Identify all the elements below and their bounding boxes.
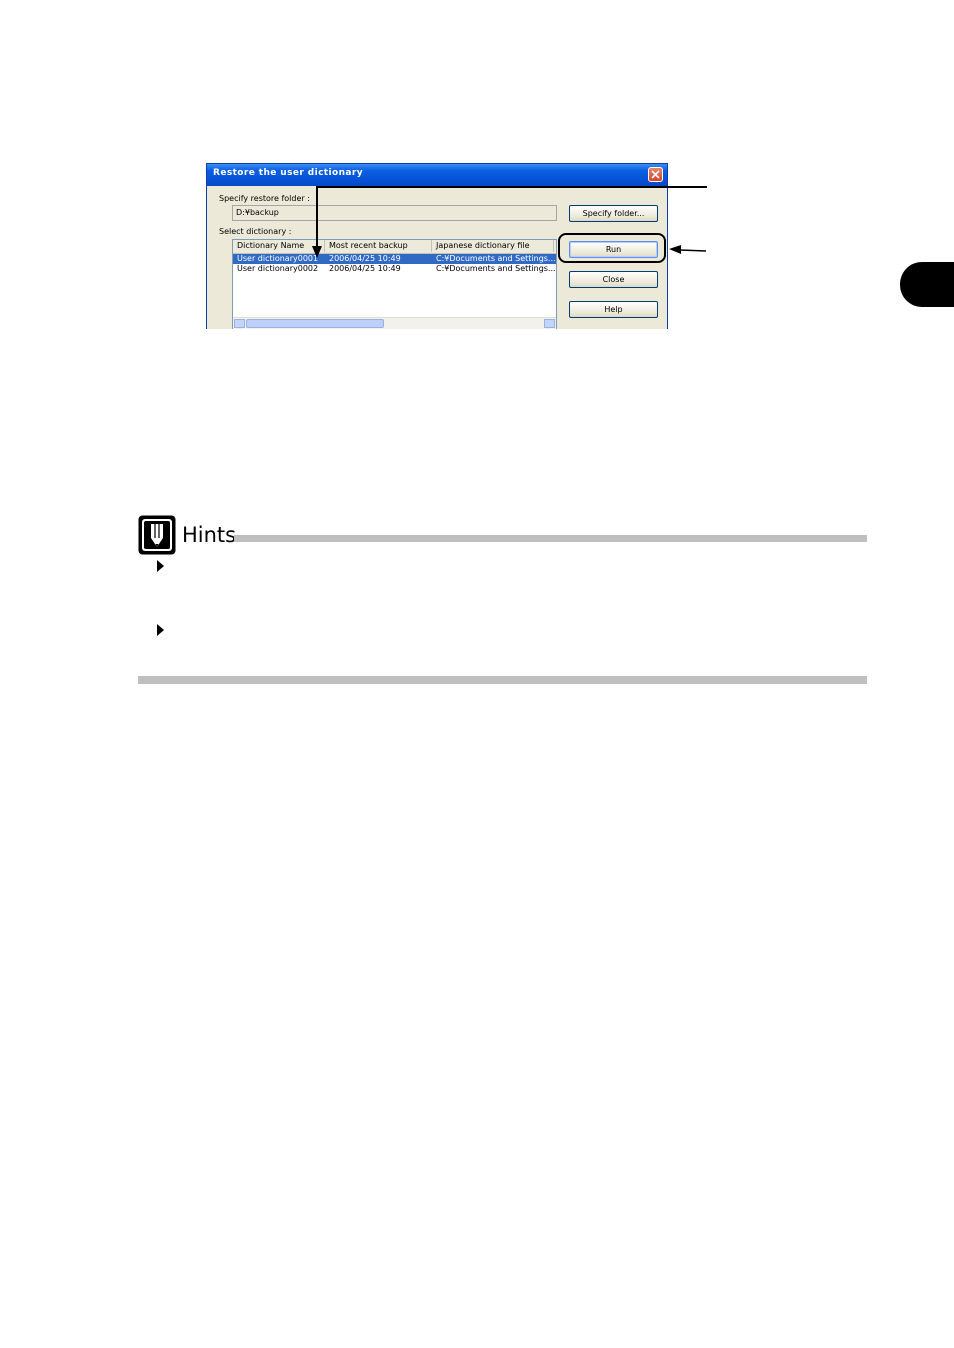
dictionary-callout-arrow [312,186,707,258]
run-callout-arrow [669,245,707,254]
hints-heading: Hints [182,523,237,547]
callout-arrows [312,186,707,258]
bullet-arrow-icon [157,624,164,636]
chapter-tab [900,262,954,307]
pencil-note-icon [138,515,176,555]
hints-divider-top [234,535,867,542]
hints-divider-bottom [138,676,867,684]
bullet-arrow-icon [157,560,164,572]
